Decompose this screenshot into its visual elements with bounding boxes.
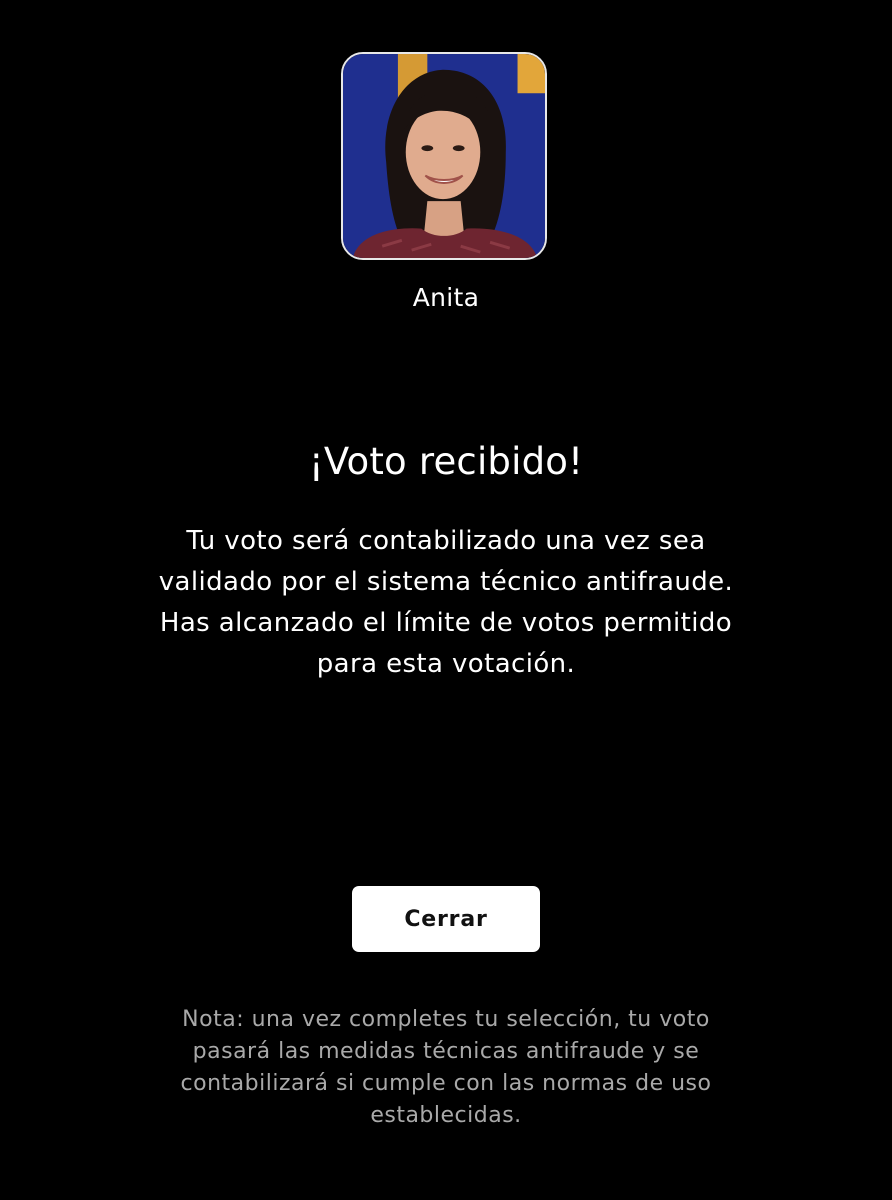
contestant-name: Anita — [412, 283, 480, 312]
contestant-photo — [341, 52, 547, 260]
disclaimer-note: Nota: una vez completes tu selección, tu… — [0, 1004, 892, 1132]
message-line: Tu voto será contabilizado una vez sea — [186, 526, 706, 556]
contestant-portrait-image — [343, 54, 545, 258]
note-line: Nota: una vez completes tu selección, tu… — [182, 1007, 710, 1032]
note-line: establecidas. — [370, 1103, 522, 1128]
confirmation-title: ¡Voto recibido! — [308, 440, 584, 483]
confirmation-message: Tu voto será contabilizado una vez sea v… — [0, 521, 892, 685]
note-line: pasará las medidas técnicas antifraude y… — [192, 1039, 700, 1064]
note-line: contabilizará si cumple con las normas d… — [180, 1071, 712, 1096]
close-button[interactable]: Cerrar — [352, 886, 540, 952]
message-line: para esta votación. — [316, 649, 576, 679]
message-line: Has alcanzado el límite de votos permiti… — [159, 608, 733, 638]
message-line: validado por el sistema técnico antifrau… — [158, 567, 734, 597]
